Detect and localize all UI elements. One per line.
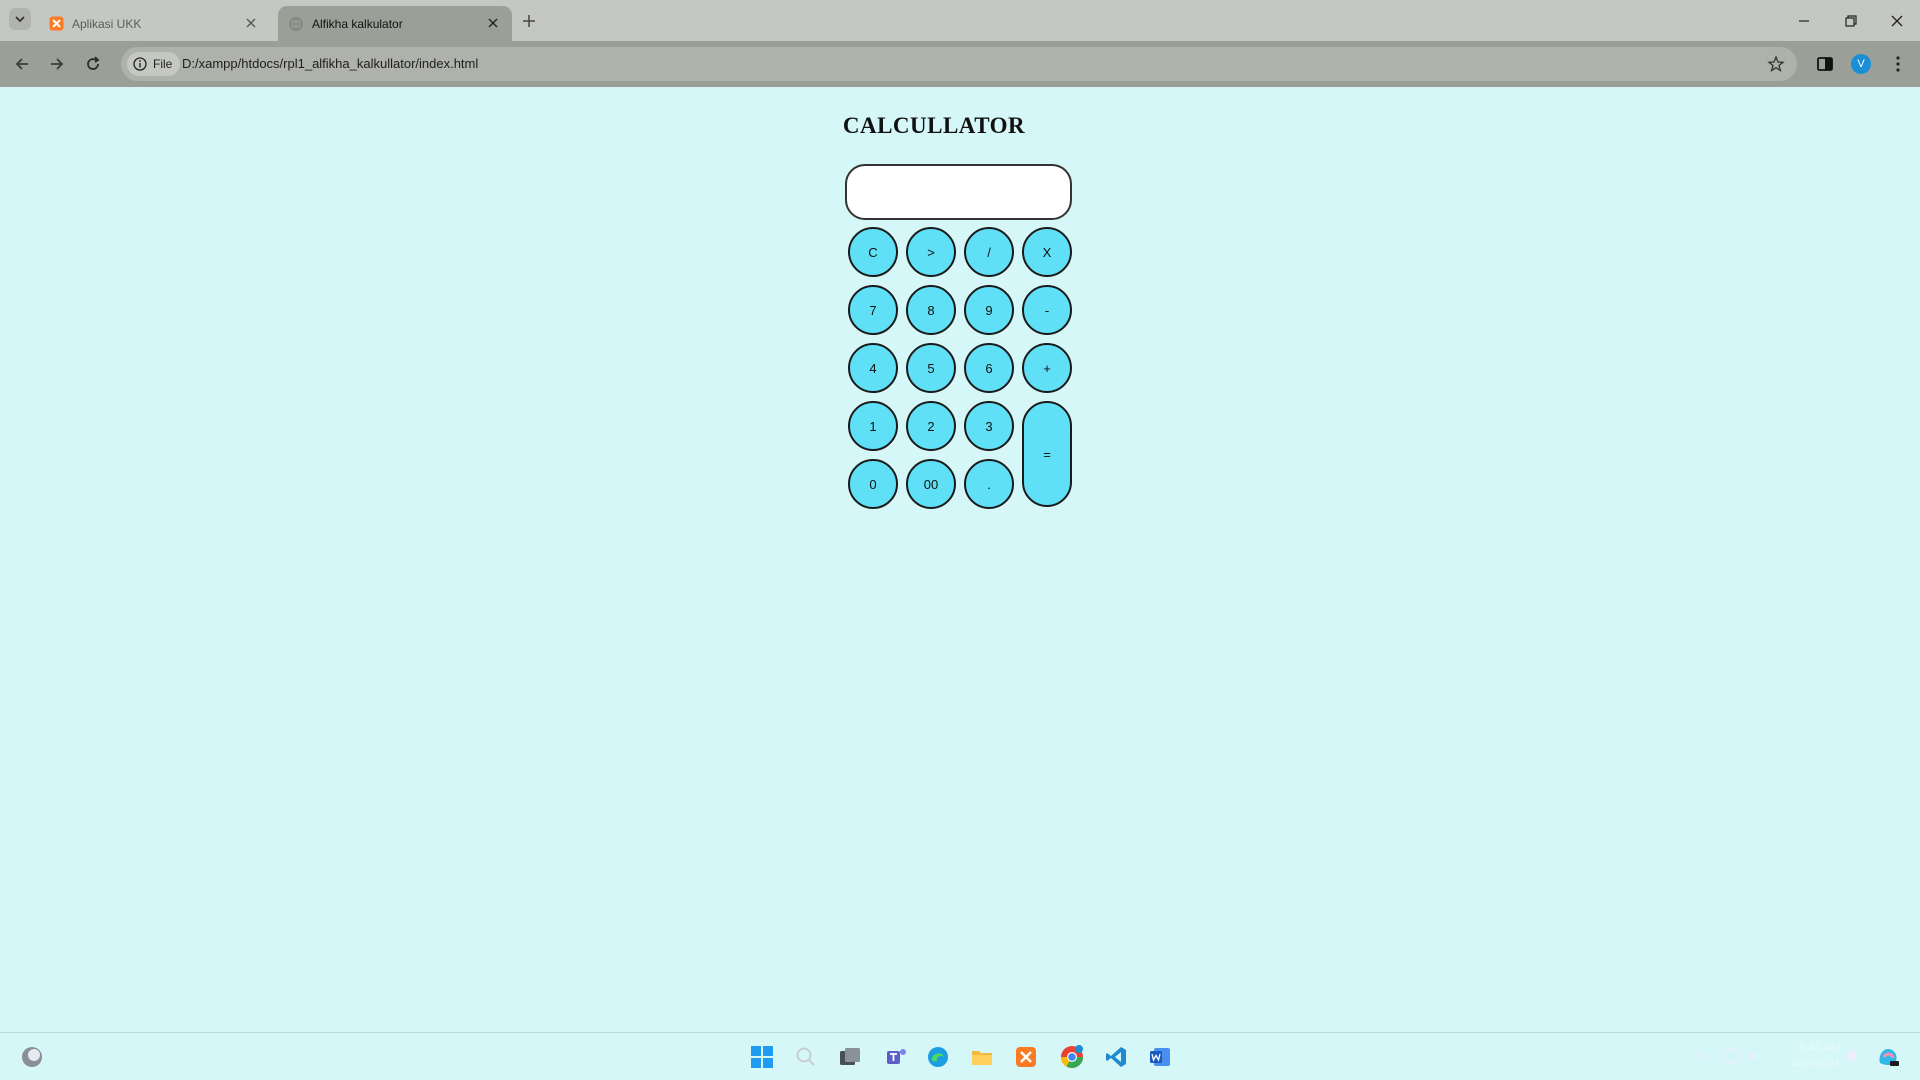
- url-text[interactable]: D:/xampp/htdocs/rpl1_alfikha_kalkullator…: [182, 47, 478, 81]
- tab-title: Aplikasi UKK: [72, 16, 142, 31]
- browser-toolbar: File D:/xampp/htdocs/rpl1_alfikha_kalkul…: [0, 41, 1920, 87]
- taskbar-clock[interactable]: 8:40 AM 3/26/2024: [1780, 1041, 1840, 1071]
- double-zero-button[interactable]: 00: [906, 459, 956, 509]
- divide-button[interactable]: /: [964, 227, 1014, 277]
- digit-6-button[interactable]: 6: [964, 343, 1014, 393]
- taskbar: 8:40 AM 3/26/2024: [0, 1032, 1920, 1080]
- digit-2-button[interactable]: 2: [906, 401, 956, 451]
- tab-alfikha-kalkulator[interactable]: Alfikha kalkulator: [278, 6, 512, 41]
- clear-button[interactable]: C: [848, 227, 898, 277]
- close-icon[interactable]: [244, 16, 258, 30]
- vscode-icon[interactable]: [1102, 1043, 1130, 1071]
- plus-button[interactable]: +: [1022, 343, 1072, 393]
- task-view-icon[interactable]: [836, 1043, 864, 1071]
- network-icon[interactable]: [1722, 1047, 1740, 1065]
- more-menu-icon[interactable]: [1888, 54, 1908, 74]
- side-panel-icon[interactable]: [1815, 54, 1835, 74]
- digit-7-button[interactable]: 7: [848, 285, 898, 335]
- avatar: V: [1851, 54, 1871, 74]
- tab-strip: Aplikasi UKK Alfikha kalkulator: [0, 0, 1920, 41]
- word-icon[interactable]: [1146, 1043, 1174, 1071]
- forward-arrow-icon[interactable]: [47, 54, 67, 74]
- chevron-up-icon[interactable]: [1692, 1047, 1710, 1065]
- volume-icon[interactable]: [1746, 1047, 1764, 1065]
- equals-button[interactable]: =: [1022, 401, 1072, 507]
- digit-0-button[interactable]: 0: [848, 459, 898, 509]
- tab-search-button[interactable]: [9, 8, 31, 30]
- tab-aplikasi-ukk[interactable]: Aplikasi UKK: [38, 6, 270, 41]
- calculator-display[interactable]: [845, 164, 1072, 220]
- copilot-icon[interactable]: [1874, 1043, 1902, 1071]
- reload-icon[interactable]: [83, 54, 103, 74]
- xampp-icon: [48, 16, 64, 32]
- address-bar[interactable]: File D:/xampp/htdocs/rpl1_alfikha_kalkul…: [121, 47, 1797, 81]
- edge-icon[interactable]: [924, 1043, 952, 1071]
- file-explorer-icon[interactable]: [968, 1043, 996, 1071]
- xampp-icon[interactable]: [1012, 1043, 1040, 1071]
- windows-start-icon[interactable]: [748, 1043, 776, 1071]
- digit-9-button[interactable]: 9: [964, 285, 1014, 335]
- digit-1-button[interactable]: 1: [848, 401, 898, 451]
- bookmark-star-icon[interactable]: [1767, 55, 1785, 73]
- globe-icon: [288, 16, 304, 32]
- clock-date: 3/26/2024: [1791, 1057, 1840, 1069]
- notification-bell-icon[interactable]: [1843, 1047, 1861, 1065]
- backspace-button[interactable]: >: [906, 227, 956, 277]
- clock-time: 8:40 AM: [1799, 1042, 1840, 1054]
- widgets-icon[interactable]: [18, 1043, 46, 1071]
- chevron-down-icon: [15, 16, 25, 23]
- decimal-point-button[interactable]: .: [964, 459, 1014, 509]
- chrome-icon[interactable]: [1058, 1043, 1086, 1071]
- digit-8-button[interactable]: 8: [906, 285, 956, 335]
- multiply-button[interactable]: X: [1022, 227, 1072, 277]
- minus-button[interactable]: -: [1022, 285, 1072, 335]
- page-title: CALCULLATOR: [842, 113, 1026, 138]
- new-tab-icon[interactable]: [520, 12, 538, 30]
- profile-avatar[interactable]: V: [1851, 54, 1871, 74]
- restore-icon[interactable]: [1843, 13, 1859, 29]
- site-info-label: File: [153, 57, 173, 71]
- site-info-chip[interactable]: File: [127, 52, 181, 76]
- digit-4-button[interactable]: 4: [848, 343, 898, 393]
- search-icon[interactable]: [792, 1043, 820, 1071]
- close-icon[interactable]: [486, 16, 500, 30]
- back-arrow-icon[interactable]: [12, 54, 32, 74]
- tab-title: Alfikha kalkulator: [312, 16, 403, 31]
- close-window-icon[interactable]: [1889, 13, 1905, 29]
- info-icon: [133, 57, 147, 71]
- digit-5-button[interactable]: 5: [906, 343, 956, 393]
- digit-3-button[interactable]: 3: [964, 401, 1014, 451]
- minimize-icon[interactable]: [1796, 13, 1812, 29]
- teams-icon[interactable]: [882, 1043, 910, 1071]
